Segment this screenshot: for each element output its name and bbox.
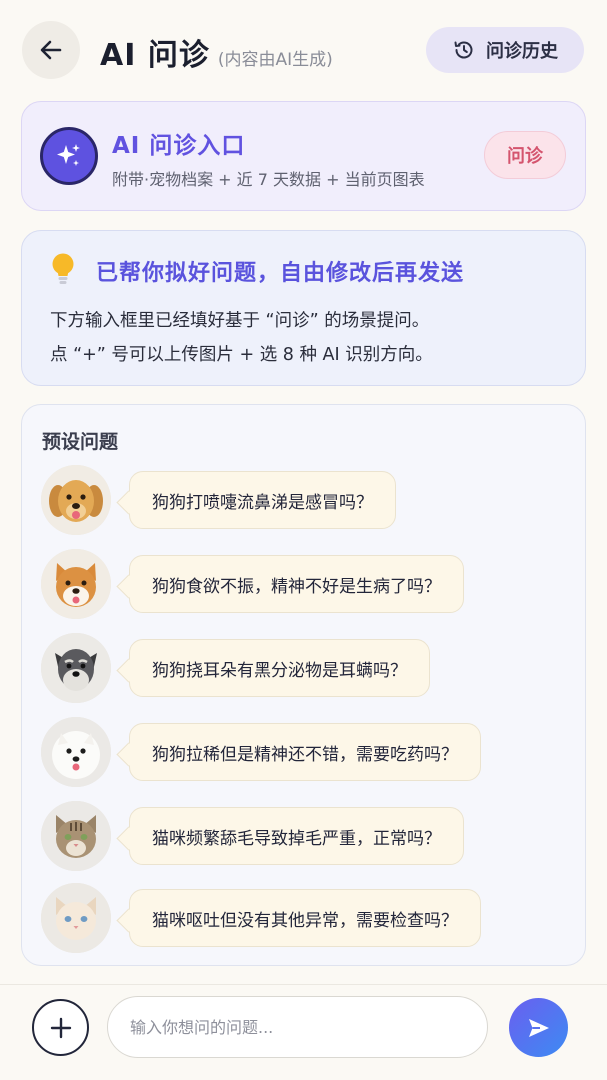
preset-question-row[interactable]: 狗狗拉稀但是精神还不错，需要吃药吗？ <box>41 717 571 789</box>
tip-line-2: 点 “+” 号可以上传图片 + 选 8 种 AI 识别方向。 <box>50 345 433 365</box>
tip-title: 已帮你拟好问题，自由修改后再发送 <box>96 261 465 286</box>
top-header: AI 问诊 (内容由AI生成) 问诊历史 <box>0 0 607 100</box>
preset-questions-card: 预设问题 狗狗打喷嚏流鼻涕是感冒吗？ 狗狗食欲不振，精神不好是生病了吗？ 狗狗挠… <box>21 404 586 966</box>
page-title: AI 问诊 <box>100 38 210 73</box>
pomeranian-avatar <box>41 717 111 787</box>
lightbulb-icon <box>52 253 74 284</box>
send-icon <box>528 1018 549 1037</box>
preset-question-row[interactable]: 狗狗食欲不振，精神不好是生病了吗？ <box>41 549 571 621</box>
schnauzer-avatar <box>41 633 111 703</box>
history-button[interactable]: 问诊历史 <box>426 27 584 73</box>
back-button[interactable] <box>22 21 80 79</box>
golden-retriever-avatar <box>41 465 111 535</box>
preset-question-row[interactable]: 猫咪呕吐但没有其他异常，需要检查吗？ <box>41 883 571 955</box>
prefilled-tip-card: 已帮你拟好问题，自由修改后再发送 下方输入框里已经填好基于 “问诊” 的场景提问… <box>21 230 586 386</box>
page-subtitle: (内容由AI生成) <box>217 50 333 70</box>
history-clock-icon <box>454 41 473 59</box>
preset-title: 预设问题 <box>42 431 119 453</box>
entry-title: AI 问诊入口 <box>112 133 246 159</box>
plus-icon <box>50 1017 71 1038</box>
tabby-cat-avatar <box>41 801 111 871</box>
preset-question-bubble[interactable]: 猫咪呕吐但没有其他异常，需要检查吗？ <box>129 889 481 947</box>
entry-description: 附带·宠物档案 + 近 7 天数据 + 当前页图表 <box>112 170 425 189</box>
composer-bar <box>0 984 607 1080</box>
send-button[interactable] <box>509 998 568 1057</box>
sparkle-icon <box>40 127 98 185</box>
preset-question-bubble[interactable]: 狗狗拉稀但是精神还不错，需要吃药吗？ <box>129 723 481 781</box>
cream-cat-avatar <box>41 883 111 953</box>
preset-question-row[interactable]: 狗狗打喷嚏流鼻涕是感冒吗？ <box>41 465 571 537</box>
preset-question-bubble[interactable]: 狗狗食欲不振，精神不好是生病了吗？ <box>129 555 464 613</box>
preset-question-bubble[interactable]: 狗狗挠耳朵有黑分泌物是耳螨吗？ <box>129 639 430 697</box>
consult-button[interactable]: 问诊 <box>484 131 566 179</box>
shiba-inu-avatar <box>41 549 111 619</box>
arrow-left-icon <box>40 40 62 60</box>
page-title-group: AI 问诊 (内容由AI生成) <box>100 30 333 74</box>
add-attachment-button[interactable] <box>32 999 89 1056</box>
preset-question-row[interactable]: 猫咪频繁舔毛导致掉毛严重，正常吗？ <box>41 801 571 873</box>
history-label: 问诊历史 <box>486 41 558 62</box>
preset-question-row[interactable]: 狗狗挠耳朵有黑分泌物是耳螨吗？ <box>41 633 571 705</box>
preset-question-bubble[interactable]: 猫咪频繁舔毛导致掉毛严重，正常吗？ <box>129 807 464 865</box>
preset-question-bubble[interactable]: 狗狗打喷嚏流鼻涕是感冒吗？ <box>129 471 396 529</box>
question-input[interactable] <box>107 996 488 1058</box>
ai-consult-entry-card[interactable]: AI 问诊入口 附带·宠物档案 + 近 7 天数据 + 当前页图表 问诊 <box>21 101 586 211</box>
tip-line-1: 下方输入框里已经填好基于 “问诊” 的场景提问。 <box>50 311 430 331</box>
